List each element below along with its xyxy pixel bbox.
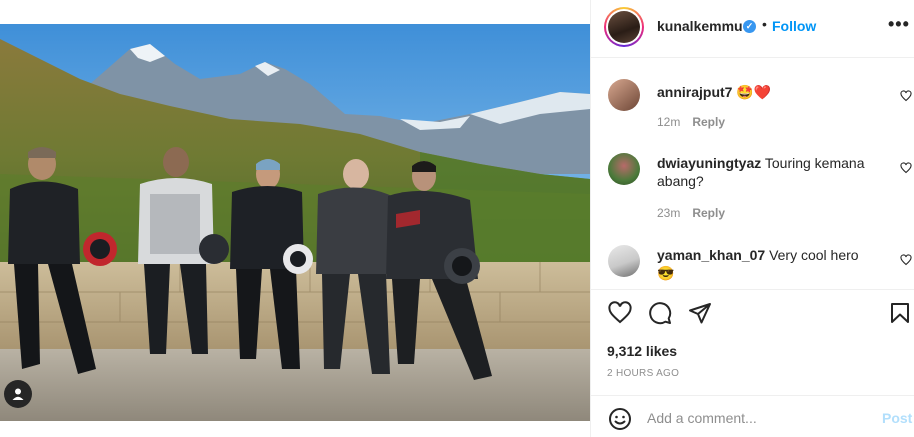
post-comment-button[interactable]: Post (882, 410, 912, 426)
reply-button[interactable]: Reply (692, 115, 725, 129)
comment-meta: 23m Reply (657, 206, 725, 220)
person-tag-icon (12, 388, 24, 400)
comment-time: 12m (657, 115, 681, 129)
add-comment-bar: Post (591, 395, 914, 437)
commenter-avatar[interactable] (608, 245, 640, 277)
post-actions: 9,312 likes 2 HOURS AGO Post (591, 289, 914, 437)
tag-person-button[interactable] (4, 380, 32, 408)
comment-text: dwiayuningtyaz Touring kemana abang? (657, 154, 879, 190)
instagram-post-view: kunalkemmu ✓ • Follow ••• annirajput7 🤩❤… (0, 0, 914, 437)
comment-time: 23m (657, 206, 681, 220)
commenter-username[interactable]: dwiayuningtyaz (657, 155, 761, 171)
photo-illustration (0, 24, 590, 421)
comment-like-icon[interactable] (900, 254, 912, 266)
comment-item: dwiayuningtyaz Touring kemana abang? 23m… (591, 153, 914, 245)
post-image[interactable] (0, 24, 590, 421)
verified-badge-icon: ✓ (743, 20, 756, 33)
bottom-gap (0, 421, 590, 437)
comment-input[interactable] (647, 408, 867, 428)
follow-button[interactable]: Follow (772, 18, 816, 34)
separator-dot: • (762, 16, 767, 32)
top-gap (0, 0, 590, 24)
reply-button[interactable]: Reply (692, 206, 725, 220)
commenter-username[interactable]: yaman_khan_07 (657, 247, 765, 263)
likes-count[interactable]: 9,312 likes (607, 343, 677, 359)
comments-list: annirajput7 🤩❤️ 12m Reply dwiayuningtyaz … (591, 59, 914, 289)
commenter-avatar[interactable] (608, 79, 640, 111)
comment-meta: 12m Reply (657, 115, 725, 129)
like-heart-icon[interactable] (608, 301, 632, 325)
save-bookmark-icon[interactable] (888, 301, 912, 325)
commenter-avatar[interactable] (608, 153, 640, 185)
author-avatar[interactable] (604, 7, 644, 47)
comment-item: annirajput7 🤩❤️ 12m Reply (591, 73, 914, 153)
comment-text: annirajput7 🤩❤️ (657, 83, 879, 101)
comment-text: yaman_khan_07 Very cool hero 😎 (657, 246, 879, 282)
comment-like-icon[interactable] (900, 90, 912, 102)
comment-body: 🤩❤️ (736, 84, 772, 100)
comment-item: yaman_khan_07 Very cool hero 😎 (591, 245, 914, 289)
author-username[interactable]: kunalkemmu (657, 18, 743, 34)
comment-like-icon[interactable] (900, 162, 912, 174)
comment-speech-bubble-icon[interactable] (648, 301, 672, 325)
commenter-username[interactable]: annirajput7 (657, 84, 732, 100)
post-header: kunalkemmu ✓ • Follow ••• (591, 0, 914, 58)
more-options-icon[interactable]: ••• (888, 14, 910, 35)
share-paper-plane-icon[interactable] (688, 301, 712, 325)
post-sidebar: kunalkemmu ✓ • Follow ••• annirajput7 🤩❤… (590, 0, 914, 437)
emoji-smiley-icon[interactable] (608, 407, 632, 431)
post-timestamp[interactable]: 2 HOURS AGO (607, 368, 679, 379)
